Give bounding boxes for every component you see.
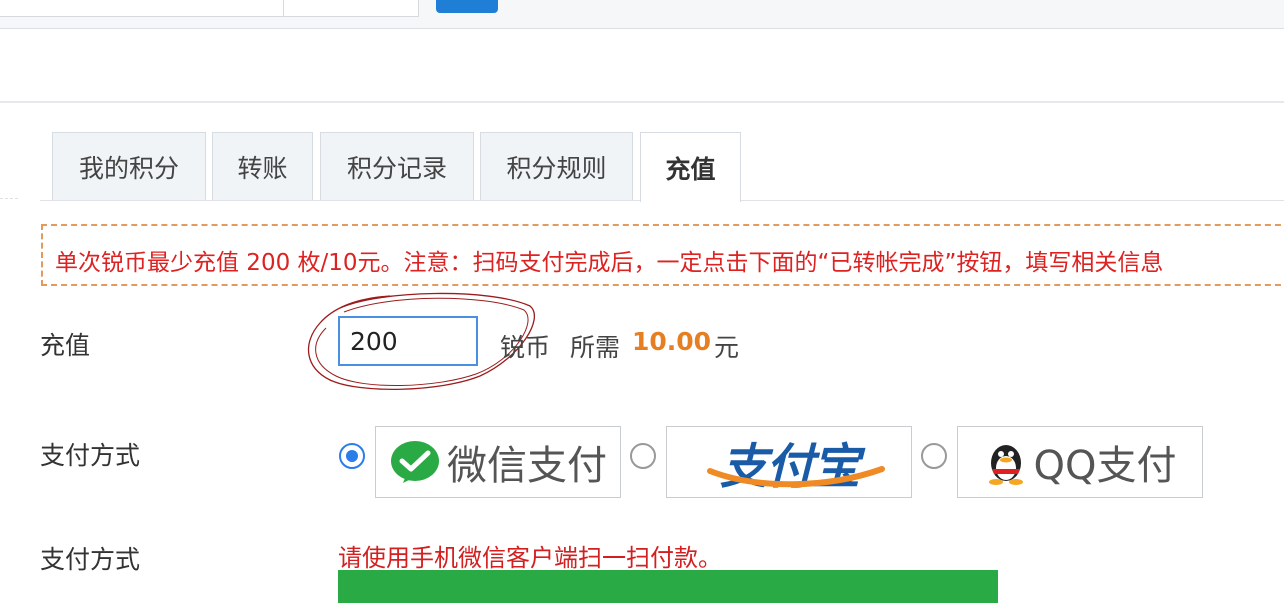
qq-penguin-icon	[988, 445, 1023, 485]
required-label: 所需	[570, 333, 621, 362]
recharge-label: 充值	[40, 331, 91, 360]
wechat-pay-option[interactable]: 微信支付	[375, 426, 621, 498]
alipay-option[interactable]: 支付宝	[666, 426, 912, 498]
tab-label: 充值	[665, 154, 716, 184]
top-select[interactable]	[283, 0, 419, 17]
top-toolbar	[0, 0, 1284, 29]
wechat-pay-text: 微信支付	[447, 443, 607, 489]
tab-points-history[interactable]: 积分记录	[320, 132, 474, 200]
left-dashed-line	[0, 198, 18, 201]
radio-alipay[interactable]	[630, 443, 656, 469]
tab-label: 转账	[237, 153, 288, 183]
price-currency: 元	[714, 333, 740, 362]
top-search-button[interactable]	[436, 0, 498, 13]
notice-text: 单次锐币最少充值 200 枚/10元。注意：扫码支付完成后，一定点击下面的“已转…	[55, 250, 1164, 276]
recharge-amount-input[interactable]	[338, 316, 478, 366]
currency-unit: 锐币	[500, 333, 551, 362]
payment-method-label: 支付方式	[40, 441, 141, 470]
tab-transfer[interactable]: 转账	[212, 132, 313, 200]
required-price: 10.00	[632, 327, 712, 356]
qq-pay-option[interactable]: QQ支付	[957, 426, 1203, 498]
instruction-label: 支付方式	[40, 545, 141, 574]
tab-label: 积分记录	[346, 153, 447, 183]
top-search-input[interactable]	[0, 0, 284, 17]
tab-my-points[interactable]: 我的积分	[52, 132, 206, 200]
qq-pay-text: QQ支付	[1033, 443, 1177, 489]
radio-wechat-pay[interactable]	[339, 443, 365, 469]
recharge-notice: 单次锐币最少充值 200 枚/10元。注意：扫码支付完成后，一定点击下面的“已转…	[41, 224, 1284, 286]
qr-code-area	[338, 570, 998, 603]
radio-qq-pay[interactable]	[921, 443, 947, 469]
alipay-logo: 支付宝	[706, 427, 885, 497]
tab-recharge[interactable]: 充值	[640, 132, 741, 202]
tab-points-rules[interactable]: 积分规则	[480, 132, 633, 200]
tab-label: 我的积分	[78, 153, 179, 183]
section-divider	[0, 101, 1284, 103]
scan-hint: 请使用手机微信客户端扫一扫付款。	[338, 544, 722, 572]
wechat-icon	[391, 441, 439, 483]
alipay-swoosh	[706, 466, 885, 488]
tab-label: 积分规则	[506, 153, 607, 183]
